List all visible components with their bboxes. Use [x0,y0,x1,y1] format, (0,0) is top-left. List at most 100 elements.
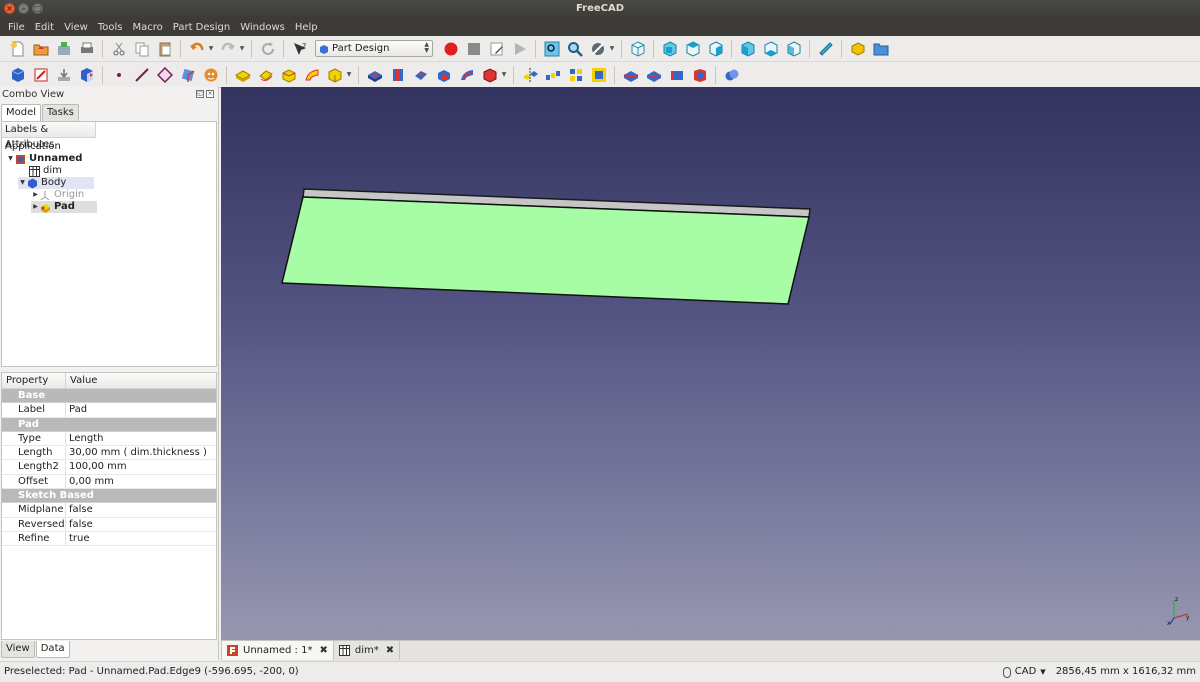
value-column-header[interactable]: Value [66,373,97,388]
property-group-sketch-based[interactable]: Sketch Based [2,489,216,504]
undo-icon[interactable] [188,40,206,58]
menu-edit[interactable]: Edit [31,22,58,33]
polar-pattern-icon[interactable] [567,66,585,84]
boolean-operation-icon[interactable] [723,66,741,84]
whats-this-icon[interactable]: ? [291,40,309,58]
fit-all-icon[interactable] [543,40,561,58]
property-group-pad[interactable]: Pad [2,417,216,432]
edit-macro-icon[interactable] [488,40,506,58]
tab-tasks[interactable]: Tasks [42,104,79,121]
linear-pattern-icon[interactable] [544,66,562,84]
menu-file[interactable]: File [4,22,29,33]
close-tab-icon[interactable]: ✖ [386,645,394,656]
additive-pipe-icon[interactable] [303,66,321,84]
datum-plane-icon[interactable] [156,66,174,84]
subtractive-primitive-icon[interactable] [481,66,499,84]
paste-icon[interactable] [156,40,174,58]
property-value[interactable]: Length [66,432,104,445]
3d-viewport[interactable]: z y x [221,87,1200,640]
menu-part-design[interactable]: Part Design [169,22,234,33]
measure-distance-icon[interactable] [817,40,835,58]
isometric-view-icon[interactable] [629,40,647,58]
cut-icon[interactable] [110,40,128,58]
doc-tab-unnamed[interactable]: Unnamed : 1* ✖ [221,641,334,660]
menu-help[interactable]: Help [291,22,322,33]
menu-view[interactable]: View [60,22,92,33]
collapse-arrow-icon[interactable]: ▼ [18,177,27,189]
tree-item-origin[interactable]: ▶ Origin [31,189,84,201]
groove-icon[interactable] [412,66,430,84]
property-value[interactable]: Pad [66,403,87,416]
tree-item-pad[interactable]: ▶ Pad [31,201,97,213]
hole-icon[interactable] [389,66,407,84]
property-row-midplane[interactable]: Midplane false [2,503,216,518]
multi-transform-icon[interactable] [590,66,608,84]
tab-model[interactable]: Model [1,104,42,121]
save-icon[interactable] [55,40,73,58]
local-coordinate-system-icon[interactable] [179,66,197,84]
float-panel-icon[interactable]: ◱ [196,90,204,98]
minimize-window-icon[interactable]: – [18,3,29,14]
right-view-icon[interactable] [707,40,725,58]
draw-style-dropdown-icon[interactable]: ▼ [609,40,615,58]
property-row-label[interactable]: Label Pad [2,403,216,418]
create-group-icon[interactable] [872,40,890,58]
clone-icon[interactable] [202,66,220,84]
property-row-reversed[interactable]: Reversed false [2,517,216,532]
fit-selection-icon[interactable] [566,40,584,58]
property-column-header[interactable]: Property [2,373,66,388]
pad-model[interactable] [221,87,1200,640]
property-value[interactable]: false [66,503,93,516]
property-value[interactable]: true [66,532,90,545]
subtractive-loft-icon[interactable] [435,66,453,84]
property-row-length[interactable]: Length 30,00 mm ( dim.thickness ) [2,446,216,461]
tree-item-document[interactable]: ▼ Unnamed [6,153,82,165]
maximize-window-icon[interactable]: □ [32,3,43,14]
subtractive-primitive-dropdown-icon[interactable]: ▼ [501,66,507,84]
pad-icon[interactable] [234,66,252,84]
fillet-icon[interactable] [622,66,640,84]
print-icon[interactable] [78,40,96,58]
menu-tools[interactable]: Tools [94,22,127,33]
rear-view-icon[interactable] [739,40,757,58]
subtractive-pipe-icon[interactable] [458,66,476,84]
property-value[interactable]: false [66,518,93,531]
run-macro-icon[interactable] [511,40,529,58]
expand-arrow-icon[interactable]: ▶ [31,189,40,201]
refresh-icon[interactable] [259,40,277,58]
revolution-icon[interactable] [257,66,275,84]
open-folder-icon[interactable] [32,40,50,58]
tab-data[interactable]: Data [35,641,70,658]
close-tab-icon[interactable]: ✖ [319,645,327,656]
additive-loft-icon[interactable] [280,66,298,84]
expand-arrow-icon[interactable]: ▶ [31,201,40,213]
validate-sketch-icon[interactable] [55,66,73,84]
property-row-length2[interactable]: Length2 100,00 mm [2,460,216,475]
property-group-base[interactable]: Base [2,389,216,404]
close-window-icon[interactable]: × [4,3,15,14]
top-view-icon[interactable] [684,40,702,58]
redo-icon[interactable] [219,40,237,58]
menu-windows[interactable]: Windows [236,22,289,33]
draw-style-icon[interactable] [589,40,607,58]
undo-dropdown-icon[interactable]: ▼ [208,40,214,58]
property-value[interactable]: 0,00 mm [66,475,114,488]
front-view-icon[interactable] [661,40,679,58]
property-row-type[interactable]: Type Length [2,431,216,447]
stop-macro-icon[interactable] [465,40,483,58]
property-row-refine[interactable]: Refine true [2,531,216,547]
copy-icon[interactable] [133,40,151,58]
tree-header[interactable]: Labels & Attributes [2,122,96,150]
left-view-icon[interactable] [785,40,803,58]
additive-primitive-icon[interactable] [326,66,344,84]
doc-tab-dim[interactable]: dim* ✖ [334,641,401,660]
property-value[interactable]: 100,00 mm [66,460,127,473]
navigation-style-selector[interactable]: CAD ▼ [1002,662,1046,682]
additive-primitive-dropdown-icon[interactable]: ▼ [346,66,352,84]
menu-macro[interactable]: Macro [128,22,166,33]
property-value[interactable]: 30,00 mm ( dim.thickness ) [66,446,207,459]
tree-item-dim[interactable]: dim [29,165,62,177]
new-document-icon[interactable] [9,40,27,58]
datum-line-icon[interactable] [133,66,151,84]
workbench-selector[interactable]: Part Design ▲ ▼ [315,40,433,57]
